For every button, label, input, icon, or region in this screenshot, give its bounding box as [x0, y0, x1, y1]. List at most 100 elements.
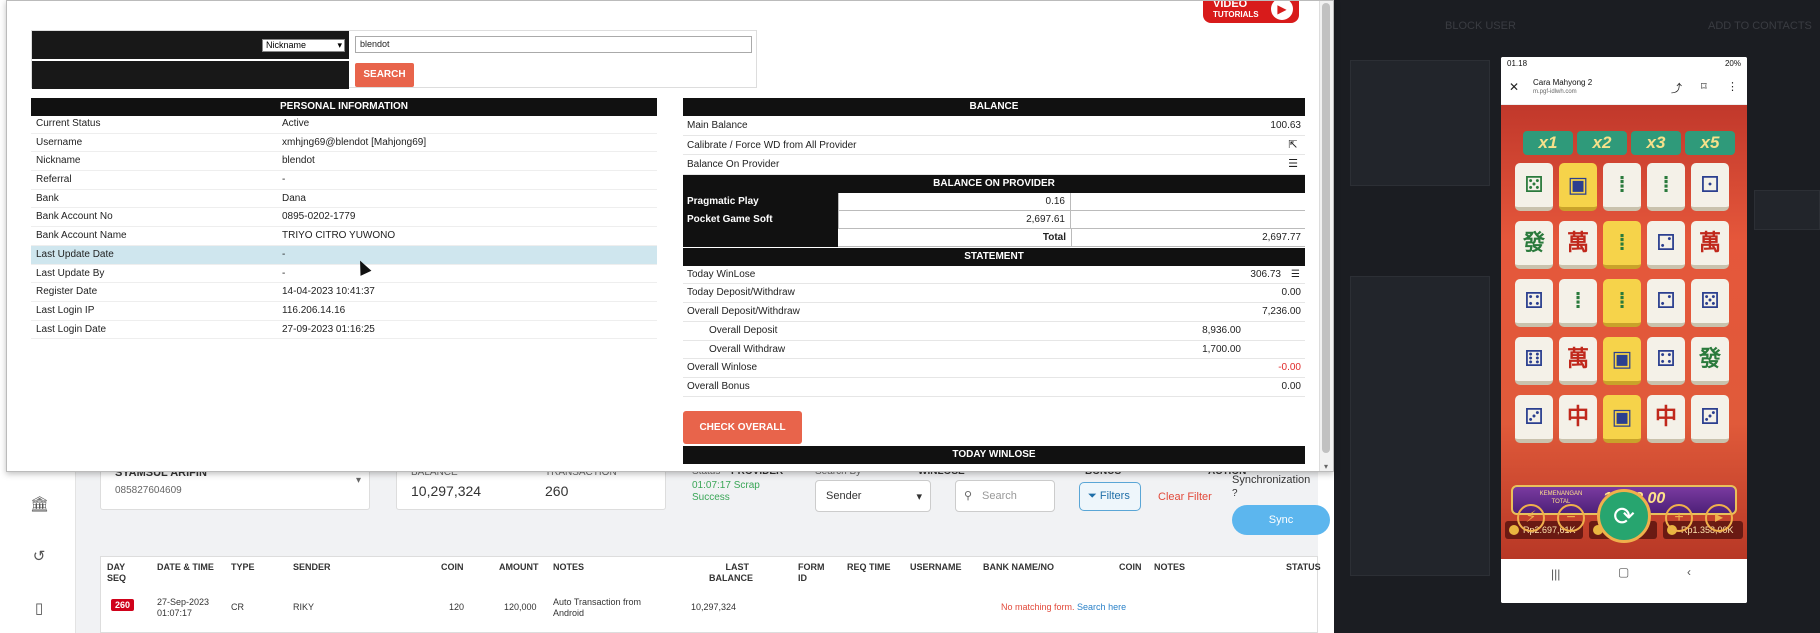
search-placeholder: Search — [982, 490, 1017, 502]
tile-icon: ▣ — [1559, 163, 1597, 211]
tile-icon: ⚄ — [1515, 163, 1553, 211]
search-button[interactable]: SEARCH — [355, 63, 414, 87]
block-user-button[interactable]: BLOCK USER — [1445, 20, 1516, 32]
th-notes: NOTES — [553, 562, 585, 572]
pi-key: Bank — [36, 192, 59, 204]
row-date: 27-Sep-2023 — [157, 597, 210, 607]
minus-icon[interactable]: − — [1557, 504, 1585, 532]
pi-value: 14-04-2023 10:41:37 — [282, 286, 375, 298]
balance-value: 10,297,324 — [411, 483, 482, 499]
no-matching-form: No matching form. Search here — [1001, 602, 1126, 613]
plus-icon[interactable]: + — [1665, 504, 1693, 532]
provider-total-label: Total — [1042, 231, 1066, 243]
pi-row: Current Status Active — [31, 115, 657, 134]
search-input[interactable]: ⚲ Search — [955, 480, 1055, 512]
search-here-link[interactable]: Search here — [1077, 602, 1126, 612]
row-type: CR — [231, 602, 244, 612]
th-date-time: DATE & TIME — [157, 562, 214, 572]
home-icon[interactable]: ▢ — [1618, 565, 1629, 579]
provider-value: 0.16 — [838, 192, 1071, 211]
th-sender: SENDER — [293, 562, 331, 572]
pi-row: Register Date 14-04-2023 10:41:37 — [31, 283, 657, 302]
video-tutorials-badge[interactable]: VIDEO TUTORIALS ▶ — [1203, 0, 1299, 23]
tile-icon: ⚅ — [1515, 337, 1553, 385]
search-icon: ⚲ — [964, 490, 973, 502]
history-icon[interactable]: ↺ — [30, 548, 48, 566]
tile-icon: 中 — [1647, 395, 1685, 443]
seq-badge-value: 260 — [111, 599, 135, 611]
pi-key: Referral — [36, 174, 72, 186]
th-last-balance: LAST BALANCE — [709, 562, 753, 583]
bank-icon[interactable]: 🏛 — [30, 496, 49, 514]
statement-row: Overall Deposit 8,936.00 — [683, 322, 1305, 341]
bg-panel — [1350, 276, 1490, 576]
statement-row: Overall Withdraw 1,700.00 — [683, 341, 1305, 360]
pi-key: Last Login Date — [36, 323, 107, 335]
th-username: USERNAME — [910, 562, 962, 572]
add-to-contacts-button[interactable]: ADD TO CONTACTS — [1708, 20, 1812, 32]
pi-value: TRIYO CITRO YUWONO — [282, 230, 396, 242]
bookmark-icon[interactable]: ⌑ — [1701, 80, 1707, 93]
member-detail-modal: VIDEO TUTORIALS ▶ Nickname ▾ blendot SEAR… — [6, 0, 1334, 472]
row-last-balance: 10,297,324 — [691, 602, 737, 612]
turbo-icon[interactable]: ⚡ — [1517, 504, 1545, 532]
pi-value: - — [282, 267, 286, 279]
book-icon[interactable]: ▯ — [30, 600, 48, 618]
pi-key: Bank Account No — [36, 211, 113, 223]
recent-apps-icon[interactable]: ||| — [1551, 567, 1560, 581]
provider-name: Pragmatic Play — [683, 192, 838, 211]
spin-icon[interactable]: ⟳ — [1597, 489, 1651, 543]
row-time: 01:07:17 — [157, 608, 193, 618]
overall-bonus-value: 0.00 — [1281, 381, 1301, 393]
more-icon[interactable]: ⋮ — [1727, 80, 1738, 93]
share-icon[interactable]: ⤴ — [1671, 80, 1682, 96]
help-icon[interactable]: ? — [1232, 488, 1238, 499]
today-dw-value: 0.00 — [1281, 287, 1301, 299]
today-dw-label: Today Deposit/Withdraw — [687, 287, 795, 299]
modal-scrollbar[interactable]: ▾ — [1319, 1, 1333, 471]
close-icon[interactable]: ✕ — [1509, 80, 1519, 94]
balance-on-provider-header: BALANCE ON PROVIDER — [683, 174, 1305, 193]
pi-key: Nickname — [36, 155, 81, 167]
search-field-select[interactable]: Nickname ▾ — [262, 39, 345, 52]
share-out-icon[interactable]: ⇱ — [1286, 139, 1300, 151]
search-by-select[interactable]: Sender ▾ — [815, 480, 931, 512]
statement-row: Overall Deposit/Withdraw 7,236.00 — [683, 303, 1305, 322]
today-winlose-header: TODAY WINLOSE — [683, 446, 1305, 464]
th-type: TYPE — [231, 562, 255, 572]
synchronization-label: Synchronization — [1232, 474, 1311, 486]
total-win-label: KEMENANGAN TOTAL — [1539, 491, 1583, 505]
chevron-down-icon: ▾ — [337, 40, 342, 50]
list-icon[interactable]: ☰ — [1291, 266, 1300, 284]
main-balance-row: Main Balance 100.63 — [683, 116, 1305, 136]
statement-row: Overall Winlose -0.00 — [683, 359, 1305, 379]
chevron-down-icon[interactable]: ▾ — [356, 475, 361, 486]
pi-value: 116.206.14.16 — [282, 304, 346, 316]
video-badge-line1: VIDEO — [1213, 0, 1248, 10]
th-status: STATUS — [1286, 562, 1321, 572]
check-overall-button[interactable]: CHECK OVERALL — [683, 411, 802, 444]
pi-row: Bank Account Name TRIYO CITRO YUWONO — [31, 227, 657, 246]
tile-icon: ▣ — [1603, 337, 1641, 385]
clear-filter-link[interactable]: Clear Filter — [1158, 491, 1212, 503]
filters-button[interactable]: ⏷ Filters — [1079, 482, 1141, 511]
calibrate-row: Calibrate / Force WD from All Provider ⇱ — [683, 136, 1305, 155]
video-badge-line2: TUTORIALS — [1213, 10, 1259, 19]
pi-key: Last Login IP — [36, 304, 95, 316]
provider-total-value: 2,697.77 — [1071, 228, 1305, 247]
tile-icon: ⚄ — [1691, 279, 1729, 327]
pi-key: Current Status — [36, 118, 101, 129]
filters-label: Filters — [1099, 490, 1130, 502]
scrollbar-thumb[interactable] — [1322, 3, 1330, 453]
autoplay-icon[interactable]: ▸ — [1705, 504, 1733, 532]
search-panel: Nickname ▾ blendot SEARCH — [31, 30, 757, 89]
scroll-down-icon[interactable]: ▾ — [1322, 463, 1330, 471]
tile-icon: 發 — [1691, 337, 1729, 385]
tile-grid: ⚄ ▣ ⁞ ⁞ ⚀ 發 萬 ⁞ ⚁ 萬 ⚃ ⁞ ⁞ ⚁ ⚄ ⚅ 萬 ▣ ⚃ 發 … — [1515, 163, 1733, 453]
search-field-value: Nickname — [266, 40, 307, 50]
sync-button[interactable]: Sync — [1232, 505, 1330, 535]
search-input[interactable]: blendot — [355, 36, 752, 53]
pi-value: blendot — [282, 155, 315, 167]
back-icon[interactable]: ‹ — [1687, 565, 1691, 579]
list-icon[interactable]: ☰ — [1286, 158, 1300, 170]
